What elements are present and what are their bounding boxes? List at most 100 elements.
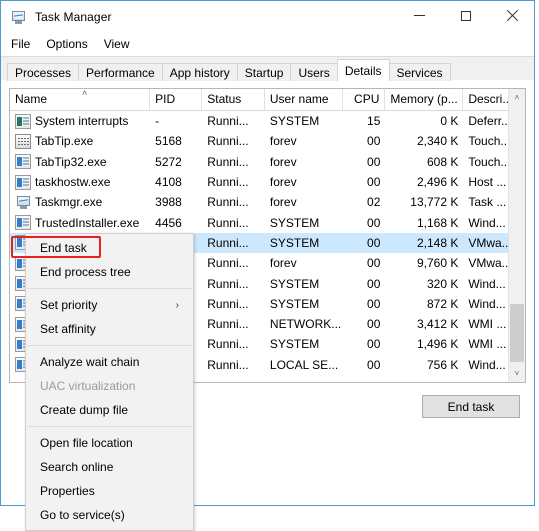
- tab-details[interactable]: Details: [336, 59, 390, 81]
- context-menu-item-end-process-tree[interactable]: End process tree: [26, 260, 193, 284]
- scrollbar-thumb[interactable]: [510, 304, 524, 362]
- context-menu-item-go-to-services[interactable]: Go to service(s): [26, 503, 193, 527]
- system-process-icon: [15, 113, 31, 129]
- cell-status: Runni...: [207, 154, 249, 169]
- context-menu-item-open-file-location[interactable]: Open file location: [26, 431, 193, 455]
- tab-services[interactable]: Services: [388, 63, 451, 81]
- tab-performance[interactable]: Performance: [78, 63, 163, 81]
- cell-status: Runni...: [207, 134, 249, 149]
- cell-memory: 2,148 K: [416, 235, 459, 250]
- cell-memory: 0 K: [440, 114, 459, 129]
- cell-cpu: 00: [367, 357, 381, 372]
- cell-cpu: 00: [367, 154, 381, 169]
- cell-status: Runni...: [207, 357, 249, 372]
- table-row[interactable]: Taskmgr.exe 3988 Runni... forev 02 13,77…: [10, 192, 525, 212]
- context-menu-item-set-affinity[interactable]: Set affinity: [26, 317, 193, 341]
- cell-pid: 4456: [155, 215, 182, 230]
- cell-cpu: 00: [367, 256, 381, 271]
- cell-status: Runni...: [207, 276, 249, 291]
- cell-cpu: 00: [367, 235, 381, 250]
- menu-item-options[interactable]: Options: [46, 35, 95, 53]
- cell-memory: 1,496 K: [416, 337, 459, 352]
- table-row[interactable]: TrustedInstaller.exe 4456 Runni... SYSTE…: [10, 212, 525, 232]
- close-button[interactable]: [489, 1, 534, 31]
- process-name: System interrupts: [35, 114, 129, 129]
- cell-status: Runni...: [207, 337, 249, 352]
- end-task-button[interactable]: End task: [422, 395, 520, 418]
- cell-status: Runni...: [207, 195, 249, 210]
- minimize-icon: [414, 15, 425, 16]
- context-menu-item-set-priority-label: Set priority: [40, 298, 98, 312]
- column-header-memory[interactable]: Memory (p...: [385, 89, 464, 110]
- context-menu-item-analyze-wait-chain[interactable]: Analyze wait chain: [26, 350, 193, 374]
- minimize-button[interactable]: [397, 1, 442, 31]
- cell-cpu: 00: [367, 296, 381, 311]
- cell-cpu: 00: [367, 276, 381, 291]
- cell-memory: 3,412 K: [416, 317, 459, 332]
- cell-cpu: 00: [367, 175, 381, 190]
- table-row[interactable]: TabTip.exe 5168 Runni... forev 00 2,340 …: [10, 131, 525, 151]
- cell-user: NETWORK...: [269, 317, 342, 332]
- context-menu-separator: [27, 426, 192, 427]
- maximize-icon: [460, 11, 471, 21]
- menu-item-view[interactable]: View: [104, 35, 138, 53]
- cell-name: TabTip.exe: [10, 133, 150, 149]
- tab-processes[interactable]: Processes: [7, 63, 80, 81]
- tab-users[interactable]: Users: [290, 63, 338, 81]
- keyboard-icon: [15, 133, 31, 149]
- cell-user: forev: [269, 195, 297, 210]
- cell-status: Runni...: [207, 296, 249, 311]
- cell-user: LOCAL SE...: [269, 357, 339, 372]
- cell-status: Runni...: [207, 235, 249, 250]
- context-menu-item-create-dump-file[interactable]: Create dump file: [26, 398, 193, 422]
- cell-memory: 756 K: [426, 357, 459, 372]
- cell-user: SYSTEM: [269, 276, 320, 291]
- table-header-row: Name ˄ PID Status User name CPU Memory (…: [10, 89, 525, 111]
- context-menu-separator: [27, 288, 192, 289]
- context-menu: End task End process tree Set priority ›…: [25, 233, 194, 531]
- column-header-user-name[interactable]: User name: [265, 89, 343, 110]
- cell-pid: -: [155, 114, 160, 129]
- column-header-status[interactable]: Status: [202, 89, 265, 110]
- cell-user: SYSTEM: [269, 296, 320, 311]
- column-header-cpu[interactable]: CPU: [343, 89, 386, 110]
- process-name: TabTip32.exe: [35, 154, 107, 169]
- context-menu-item-end-task[interactable]: End task: [26, 236, 193, 260]
- menu-item-file[interactable]: File: [11, 35, 38, 53]
- table-row[interactable]: taskhostw.exe 4108 Runni... forev 00 2,4…: [10, 172, 525, 192]
- context-menu-item-set-priority[interactable]: Set priority ›: [26, 293, 193, 317]
- maximize-button[interactable]: [443, 1, 488, 31]
- table-row[interactable]: TabTip32.exe 5272 Runni... forev 00 608 …: [10, 152, 525, 172]
- chevron-right-icon: ›: [175, 299, 179, 311]
- scroll-down-icon[interactable]: ˅: [509, 365, 525, 382]
- context-menu-item-search-online[interactable]: Search online: [26, 455, 193, 479]
- app-icon: [15, 154, 31, 170]
- cell-name: TrustedInstaller.exe: [10, 215, 150, 231]
- cell-user: SYSTEM: [269, 235, 320, 250]
- cell-name: Taskmgr.exe: [10, 195, 150, 210]
- cell-user: forev: [269, 134, 297, 149]
- cell-memory: 1,168 K: [416, 215, 459, 230]
- process-name: TrustedInstaller.exe: [35, 215, 140, 230]
- cell-memory: 9,760 K: [416, 256, 459, 271]
- sort-ascending-icon: ˄: [82, 89, 88, 98]
- column-header-name[interactable]: Name ˄: [10, 89, 151, 110]
- cell-user: forev: [269, 256, 297, 271]
- cell-user: forev: [269, 175, 297, 190]
- table-row[interactable]: System interrupts - Runni... SYSTEM 15 0…: [10, 111, 525, 131]
- column-header-name-label: Name: [15, 92, 48, 106]
- scroll-up-icon[interactable]: ˄: [509, 89, 525, 106]
- cell-name: TabTip32.exe: [10, 154, 150, 170]
- column-header-pid[interactable]: PID: [150, 89, 203, 110]
- context-menu-item-properties[interactable]: Properties: [26, 479, 193, 503]
- cell-memory: 2,340 K: [416, 134, 459, 149]
- tab-startup[interactable]: Startup: [236, 63, 292, 81]
- tab-app-history[interactable]: App history: [161, 63, 238, 81]
- vertical-scrollbar[interactable]: ˄ ˅: [508, 89, 525, 382]
- process-name: taskhostw.exe: [35, 175, 111, 190]
- cell-pid: 5168: [155, 134, 182, 149]
- close-icon: [506, 10, 518, 22]
- cell-pid: 3988: [155, 195, 182, 210]
- cell-user: SYSTEM: [269, 337, 320, 352]
- cell-memory: 320 K: [426, 276, 459, 291]
